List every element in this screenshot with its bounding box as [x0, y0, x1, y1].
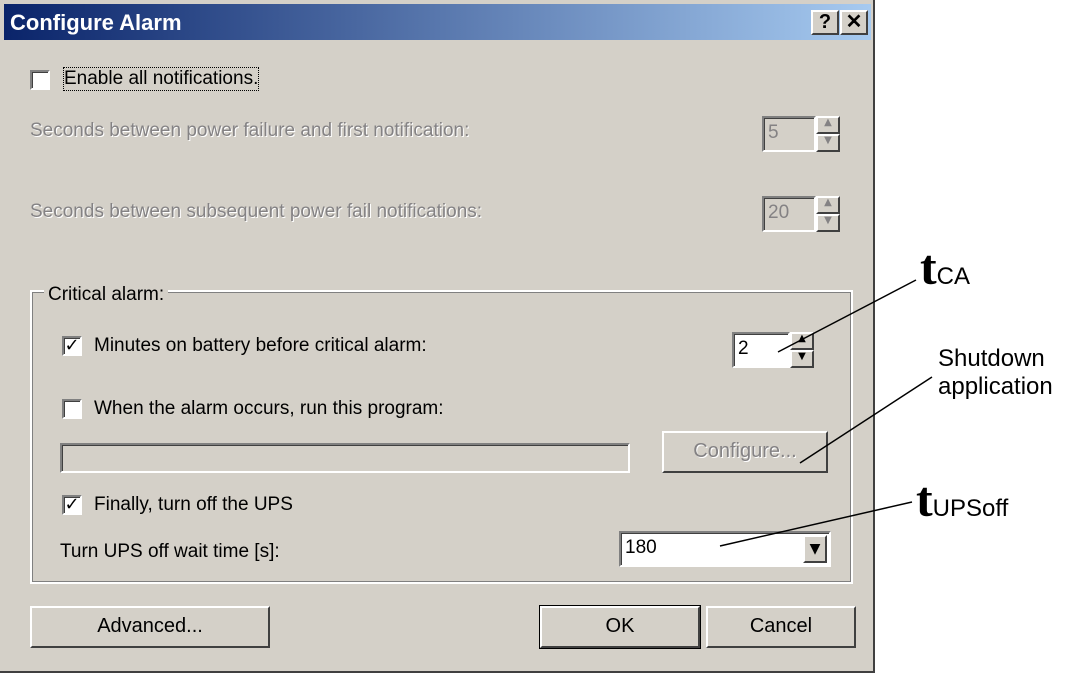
tca-annotation: tCA — [920, 238, 970, 296]
tupsoff-annotation: tUPSoff — [916, 470, 1008, 528]
tca-leader-line — [777, 279, 917, 353]
shutdown-line1: Shutdown — [938, 345, 1045, 372]
shutdown-line2: application — [938, 373, 1053, 400]
tca-t: t — [920, 239, 937, 295]
shutdown-annotation: Shutdown application — [938, 345, 1053, 401]
tupsoff-leader-line — [719, 501, 913, 547]
tupsoff-sub: UPSoff — [932, 495, 1009, 522]
tupsoff-t: t — [916, 471, 933, 527]
annotation-lines — [719, 279, 933, 547]
shutdown-leader-line — [799, 376, 933, 464]
tca-sub: CA — [936, 263, 970, 290]
